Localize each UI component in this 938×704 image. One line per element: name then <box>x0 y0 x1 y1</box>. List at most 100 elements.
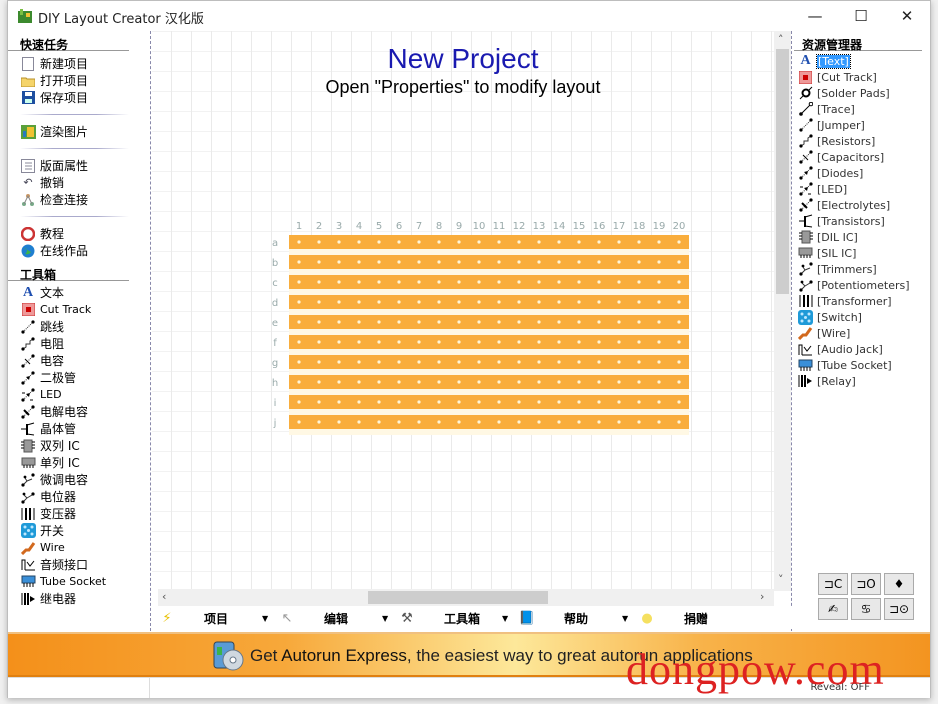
board-hole[interactable] <box>517 280 521 284</box>
board-hole[interactable] <box>477 240 481 244</box>
board-hole[interactable] <box>617 300 621 304</box>
board-hole[interactable] <box>357 340 361 344</box>
board-hole[interactable] <box>377 360 381 364</box>
board-hole[interactable] <box>437 380 441 384</box>
board-hole[interactable] <box>637 360 641 364</box>
board-hole[interactable] <box>577 320 581 324</box>
toolbox-item[interactable]: 开关 <box>8 522 149 539</box>
board-hole[interactable] <box>557 400 561 404</box>
board-hole[interactable] <box>357 280 361 284</box>
resource-item[interactable]: [Switch] <box>794 309 928 325</box>
copper-strip[interactable] <box>289 375 689 389</box>
board-hole[interactable] <box>317 400 321 404</box>
resource-item[interactable]: [Transistors] <box>794 213 928 229</box>
board-hole[interactable] <box>377 300 381 304</box>
board-hole[interactable] <box>617 320 621 324</box>
vertical-scrollbar[interactable]: ˄ ˅ <box>774 31 791 591</box>
board-hole[interactable] <box>537 240 541 244</box>
toolbox-item[interactable]: 跳线 <box>8 318 149 335</box>
open-project-item[interactable]: 打开项目 <box>8 72 149 89</box>
copper-strip[interactable] <box>289 295 689 309</box>
board-hole[interactable] <box>297 260 301 264</box>
board-hole[interactable] <box>337 300 341 304</box>
board-hole[interactable] <box>617 400 621 404</box>
resource-item[interactable]: [Jumper] <box>794 117 928 133</box>
toolbox-item[interactable]: 音频接口 <box>8 556 149 573</box>
board-hole[interactable] <box>637 400 641 404</box>
board-hole[interactable] <box>557 340 561 344</box>
board-hole[interactable] <box>617 280 621 284</box>
board-hole[interactable] <box>677 420 681 424</box>
toolbox-item[interactable]: Tube Socket <box>8 573 149 590</box>
copper-strip[interactable] <box>289 415 689 429</box>
board-hole[interactable] <box>557 260 561 264</box>
board-hole[interactable] <box>417 360 421 364</box>
copper-strip[interactable] <box>289 395 689 409</box>
board-hole[interactable] <box>317 280 321 284</box>
copper-strip[interactable] <box>289 315 689 329</box>
board-hole[interactable] <box>397 240 401 244</box>
board-hole[interactable] <box>617 340 621 344</box>
save-project-item[interactable]: 保存项目 <box>8 89 149 106</box>
board-hole[interactable] <box>297 420 301 424</box>
board-hole[interactable] <box>377 320 381 324</box>
board-hole[interactable] <box>657 360 661 364</box>
board-hole[interactable] <box>657 380 661 384</box>
board-hole[interactable] <box>677 400 681 404</box>
board-hole[interactable] <box>657 280 661 284</box>
board-hole[interactable] <box>437 280 441 284</box>
board-hole[interactable] <box>537 360 541 364</box>
board-hole[interactable] <box>377 340 381 344</box>
board-hole[interactable] <box>477 300 481 304</box>
board-hole[interactable] <box>637 300 641 304</box>
board-hole[interactable] <box>417 340 421 344</box>
board-hole[interactable] <box>417 260 421 264</box>
resource-item[interactable]: [Trimmers] <box>794 261 928 277</box>
board-hole[interactable] <box>597 240 601 244</box>
left-splitter[interactable] <box>150 31 151 631</box>
board-hole[interactable] <box>297 380 301 384</box>
board-hole[interactable] <box>337 240 341 244</box>
board-hole[interactable] <box>357 300 361 304</box>
board-hole[interactable] <box>317 340 321 344</box>
board-hole[interactable] <box>397 380 401 384</box>
board-hole[interactable] <box>457 420 461 424</box>
toolbox-item[interactable]: LED <box>8 386 149 403</box>
board-hole[interactable] <box>457 260 461 264</box>
board-hole[interactable] <box>477 400 481 404</box>
board-hole[interactable] <box>517 340 521 344</box>
board-hole[interactable] <box>457 280 461 284</box>
board-hole[interactable] <box>377 400 381 404</box>
board-hole[interactable] <box>497 300 501 304</box>
board-hole[interactable] <box>357 360 361 364</box>
chevron-down-icon[interactable]: ▼ <box>622 614 628 623</box>
board-hole[interactable] <box>397 340 401 344</box>
diamond-button[interactable]: ♦ <box>884 573 914 595</box>
board-hole[interactable] <box>517 300 521 304</box>
close-button[interactable]: ✕ <box>884 1 930 31</box>
board-hole[interactable] <box>437 320 441 324</box>
chevron-down-icon[interactable]: ▼ <box>382 614 388 623</box>
board-hole[interactable] <box>597 280 601 284</box>
board-hole[interactable] <box>497 320 501 324</box>
board-hole[interactable] <box>537 380 541 384</box>
resource-item[interactable]: [Resistors] <box>794 133 928 149</box>
board-hole[interactable] <box>357 240 361 244</box>
vertical-scroll-thumb[interactable] <box>776 49 789 294</box>
board-hole[interactable] <box>397 420 401 424</box>
resource-item[interactable]: [Solder Pads] <box>794 85 928 101</box>
minimize-button[interactable]: — <box>792 1 838 31</box>
pen-button[interactable]: ✍ <box>818 598 848 620</box>
connector-c-button[interactable]: ⊐C <box>818 573 848 595</box>
board-hole[interactable] <box>477 420 481 424</box>
board-hole[interactable] <box>397 260 401 264</box>
copper-strip[interactable] <box>289 275 689 289</box>
board-hole[interactable] <box>377 380 381 384</box>
resource-item[interactable]: [Transformer] <box>794 293 928 309</box>
board-hole[interactable] <box>297 300 301 304</box>
board-hole[interactable] <box>577 240 581 244</box>
board-hole[interactable] <box>517 260 521 264</box>
resource-item[interactable]: [Capacitors] <box>794 149 928 165</box>
resource-item[interactable]: [Wire] <box>794 325 928 341</box>
toolbox-item[interactable]: 电位器 <box>8 488 149 505</box>
